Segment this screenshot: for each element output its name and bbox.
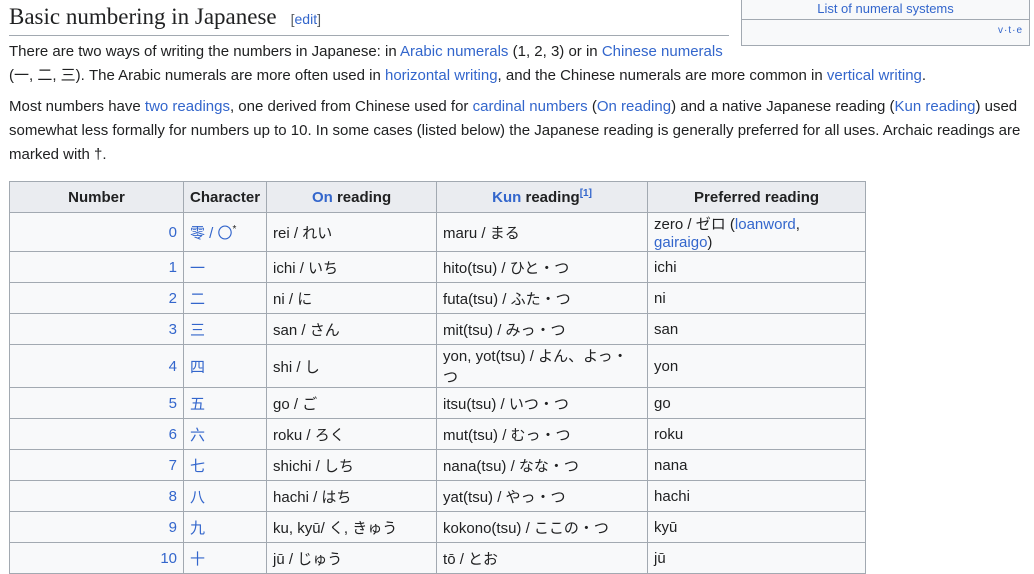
cell-kun-reading: futa(tsu) / ふた・つ: [436, 282, 649, 314]
cell-preferred-reading: ichi: [647, 251, 867, 283]
header-number[interactable]: Number: [9, 181, 184, 213]
table-row: 5 五 go / ご itsu(tsu) / いつ・つ go: [9, 387, 867, 419]
table-row: 4 四 shi / し yon, yot(tsu) / よん、よっ・つ yon: [9, 344, 867, 388]
cell-on-reading: ni / に: [266, 282, 438, 314]
cell-preferred-reading: zero / ゼロ (loanword, gairaigo): [647, 212, 867, 252]
link-arabic-numerals[interactable]: Arabic numerals: [400, 43, 508, 60]
cell-character[interactable]: 六: [182, 418, 268, 450]
cell-kun-reading: hito(tsu) / ひと・つ: [436, 251, 649, 283]
link-on-reading[interactable]: On reading: [597, 98, 671, 115]
cell-number[interactable]: 9: [9, 511, 184, 543]
cell-number[interactable]: 8: [9, 480, 184, 512]
cell-character[interactable]: 五: [182, 387, 268, 419]
cell-character[interactable]: 零 / 〇*: [182, 212, 268, 252]
cell-number[interactable]: 3: [9, 313, 184, 345]
cell-on-reading: shichi / しち: [266, 449, 438, 481]
cell-character[interactable]: 八: [182, 480, 268, 512]
table-row: 6 六 roku / ろく mut(tsu) / むっ・つ roku: [9, 418, 867, 450]
link-cardinal-numbers[interactable]: cardinal numbers: [473, 98, 588, 115]
numeral-systems-navbox: List of numeral systems v·t·e: [741, 0, 1030, 46]
section-title: Basic numbering in Japanese: [9, 4, 277, 29]
navbox-vte-links[interactable]: v·t·e: [998, 25, 1023, 36]
cell-kun-reading: mit(tsu) / みっ・つ: [436, 313, 649, 345]
link-two-readings[interactable]: two readings: [145, 98, 230, 115]
cell-preferred-reading: yon: [647, 344, 867, 388]
cell-preferred-reading: jū: [647, 542, 867, 574]
cell-kun-reading: mut(tsu) / むっ・つ: [436, 418, 649, 450]
cell-on-reading: ichi / いち: [266, 251, 438, 283]
table-row: 3 三 san / さん mit(tsu) / みっ・つ san: [9, 313, 867, 345]
cell-number[interactable]: 6: [9, 418, 184, 450]
link-vertical-writing[interactable]: vertical writing: [827, 67, 922, 84]
cell-character[interactable]: 一: [182, 251, 268, 283]
cell-number[interactable]: 0: [9, 212, 184, 252]
cell-preferred-reading: roku: [647, 418, 867, 450]
cell-character[interactable]: 三: [182, 313, 268, 345]
edit-section: [edit]: [290, 11, 321, 27]
cell-preferred-reading: nana: [647, 449, 867, 481]
cell-number[interactable]: 1: [9, 251, 184, 283]
cell-preferred-reading: hachi: [647, 480, 867, 512]
cell-preferred-reading: ni: [647, 282, 867, 314]
cell-character[interactable]: 十: [182, 542, 268, 574]
section-heading: Basic numbering in Japanese [edit]: [9, 3, 729, 36]
link-chinese-numerals[interactable]: Chinese numerals: [602, 43, 723, 60]
cell-on-reading: rei / れい: [266, 212, 438, 252]
link-loanword[interactable]: loanword: [735, 216, 796, 233]
navbox-title[interactable]: List of numeral systems: [742, 0, 1029, 20]
table-row: 8 八 hachi / はち yat(tsu) / やっ・つ hachi: [9, 480, 867, 512]
cell-character[interactable]: 二: [182, 282, 268, 314]
header-character[interactable]: Character: [182, 181, 268, 213]
cell-number[interactable]: 4: [9, 344, 184, 388]
reference-1[interactable]: [1]: [580, 188, 592, 199]
table-header-row: Number Character On reading Kun reading[…: [9, 181, 867, 213]
table-row: 7 七 shichi / しち nana(tsu) / なな・つ nana: [9, 449, 867, 481]
cell-character[interactable]: 七: [182, 449, 268, 481]
cell-kun-reading: nana(tsu) / なな・つ: [436, 449, 649, 481]
header-kun-reading[interactable]: Kun reading[1]: [436, 181, 649, 213]
paragraph-2: Most numbers have two readings, one deri…: [9, 98, 1021, 163]
link-gairaigo[interactable]: gairaigo: [654, 234, 707, 251]
cell-number[interactable]: 5: [9, 387, 184, 419]
cell-on-reading: hachi / はち: [266, 480, 438, 512]
table-row: 10 十 jū / じゅう tō / とお jū: [9, 542, 867, 574]
cell-on-reading: ku, kyū/ く, きゅう: [266, 511, 438, 543]
cell-on-reading: roku / ろく: [266, 418, 438, 450]
cell-preferred-reading: go: [647, 387, 867, 419]
cell-kun-reading: tō / とお: [436, 542, 649, 574]
cell-number[interactable]: 10: [9, 542, 184, 574]
paragraph-1-line-2: (一, 二, 三). The Arabic numerals are more …: [9, 67, 927, 84]
table-row: 0零 / 〇* rei / れい maru / まる zero / ゼロ (loanw…: [9, 212, 867, 252]
edit-link[interactable]: edit: [295, 11, 318, 27]
header-preferred-reading[interactable]: Preferred reading: [647, 181, 867, 213]
link-kun-reading[interactable]: Kun reading: [895, 98, 976, 115]
table-row: 1 一 ichi / いち hito(tsu) / ひと・つ ichi: [9, 251, 867, 283]
cell-kun-reading: maru / まる: [436, 212, 649, 252]
cell-kun-reading: yat(tsu) / やっ・つ: [436, 480, 649, 512]
numbers-table: Number Character On reading Kun reading[…: [9, 181, 867, 574]
cell-on-reading: jū / じゅう: [266, 542, 438, 574]
cell-kun-reading: itsu(tsu) / いつ・つ: [436, 387, 649, 419]
cell-on-reading: shi / し: [266, 344, 438, 388]
cell-kun-reading: kokono(tsu) / ここの・つ: [436, 511, 649, 543]
table-row: 9 九 ku, kyū/ く, きゅう kokono(tsu) / ここの・つ kyū: [9, 511, 867, 543]
cell-on-reading: go / ご: [266, 387, 438, 419]
cell-number[interactable]: 2: [9, 282, 184, 314]
header-on-reading[interactable]: On reading: [266, 181, 438, 213]
cell-kun-reading: yon, yot(tsu) / よん、よっ・つ: [436, 344, 649, 388]
link-horizontal-writing[interactable]: horizontal writing: [385, 67, 498, 84]
cell-character[interactable]: 九: [182, 511, 268, 543]
cell-number[interactable]: 7: [9, 449, 184, 481]
cell-preferred-reading: san: [647, 313, 867, 345]
paragraph-1-line-1: There are two ways of writing the number…: [9, 43, 723, 60]
cell-on-reading: san / さん: [266, 313, 438, 345]
cell-preferred-reading: kyū: [647, 511, 867, 543]
table-row: 2 二 ni / に futa(tsu) / ふた・つ ni: [9, 282, 867, 314]
cell-character[interactable]: 四: [182, 344, 268, 388]
